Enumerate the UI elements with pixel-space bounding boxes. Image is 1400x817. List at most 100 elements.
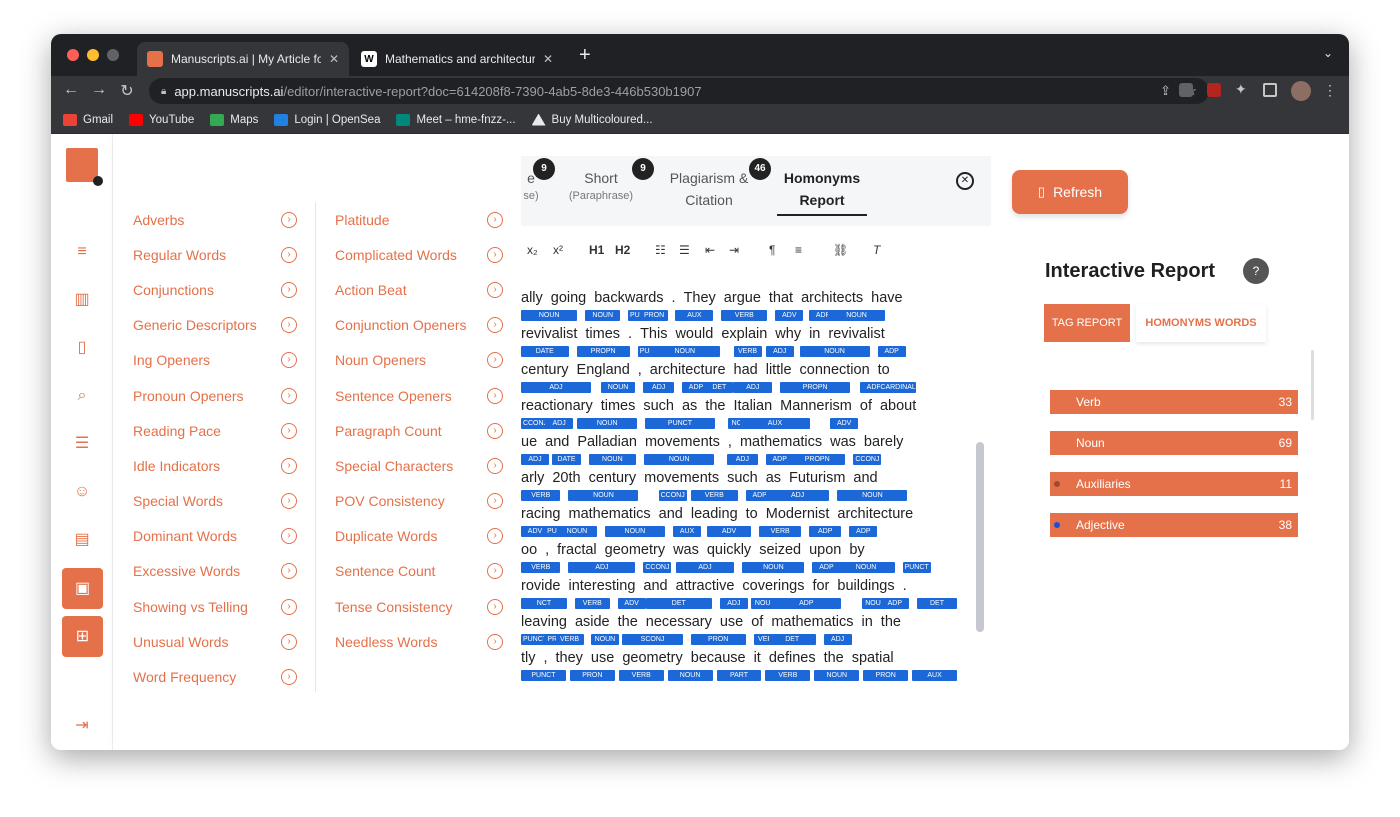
pos-tag[interactable]: NCT: [521, 598, 567, 609]
word[interactable]: times: [601, 398, 636, 414]
word[interactable]: ,: [545, 542, 549, 558]
pos-tag[interactable]: ADV: [706, 526, 752, 537]
pos-tag[interactable]: PUNCT: [644, 418, 715, 429]
tab-search-icon[interactable]: ⌄: [1323, 46, 1333, 60]
word[interactable]: the: [881, 614, 901, 630]
pos-tag[interactable]: ADP: [849, 526, 878, 537]
tab-tag-report[interactable]: TAG REPORT: [1044, 304, 1130, 342]
pos-tag[interactable]: DATE: [521, 346, 569, 357]
word[interactable]: in: [809, 326, 820, 342]
pos-tag[interactable]: ADJ: [733, 382, 773, 393]
sidebar-icon[interactable]: [1263, 83, 1277, 97]
pos-tag[interactable]: NOUN: [590, 634, 619, 645]
bookmark-gmail[interactable]: Gmail: [63, 113, 113, 126]
word[interactable]: of: [860, 398, 872, 414]
word[interactable]: geometry: [622, 650, 682, 666]
outdent-icon[interactable]: ⇤: [705, 243, 715, 257]
pos-tag[interactable]: NOUN: [649, 346, 720, 357]
close-tab-icon[interactable]: ✕: [329, 52, 339, 66]
word[interactable]: fractal: [557, 542, 597, 558]
pos-tag[interactable]: ADJ: [568, 562, 636, 573]
pos-tag[interactable]: PART: [716, 670, 762, 681]
pos-tag[interactable]: ADP: [809, 526, 842, 537]
close-tab-icon[interactable]: ✕: [543, 52, 553, 66]
word[interactable]: was: [830, 434, 856, 450]
word[interactable]: attractive: [676, 578, 735, 594]
word[interactable]: have: [871, 290, 902, 306]
word[interactable]: mathematics: [740, 434, 822, 450]
word[interactable]: spatial: [852, 650, 894, 666]
tag-bar[interactable]: Adjective 38: [1050, 513, 1298, 537]
word[interactable]: and: [643, 578, 667, 594]
logout-icon[interactable]: ⇥: [72, 716, 92, 736]
tag-bar[interactable]: Auxiliaries 11: [1050, 472, 1298, 496]
menu-item[interactable]: Reading Pace ›: [133, 413, 297, 448]
pos-tag[interactable]: VERB: [555, 634, 584, 645]
pos-tag[interactable]: VERB: [765, 670, 811, 681]
word[interactable]: the: [618, 614, 638, 630]
pos-tag[interactable]: PRON: [569, 670, 615, 681]
pos-tag[interactable]: VERB: [618, 670, 664, 681]
word[interactable]: upon: [809, 542, 841, 558]
pos-tag[interactable]: AUX: [673, 526, 702, 537]
word[interactable]: because: [691, 650, 746, 666]
browser-tab-manuscripts[interactable]: Manuscripts.ai | My Article for ✕: [137, 42, 349, 76]
heading1-button[interactable]: H1: [589, 243, 604, 257]
pos-tag[interactable]: ADV: [775, 310, 804, 321]
menu-item[interactable]: Pronoun Openers ›: [133, 378, 297, 413]
pos-tag[interactable]: VERB: [733, 346, 762, 357]
word[interactable]: buildings: [837, 578, 894, 594]
pos-tag[interactable]: PUNCT: [902, 562, 931, 573]
word[interactable]: would: [675, 326, 713, 342]
menu-item[interactable]: Idle Indicators ›: [133, 448, 297, 483]
menu-item[interactable]: Unusual Words ›: [133, 624, 297, 659]
word[interactable]: geometry: [605, 542, 665, 558]
word[interactable]: and: [853, 470, 877, 486]
word[interactable]: explain: [721, 326, 767, 342]
menu-item[interactable]: Adverbs ›: [133, 202, 297, 237]
pos-tag[interactable]: PRON: [640, 310, 669, 321]
word[interactable]: use: [591, 650, 614, 666]
tab-homonyms-report[interactable]: Homonyms Report: [777, 170, 867, 216]
tagged-text-area[interactable]: ally going backwards. They argue that architec…: [521, 286, 976, 746]
menu-item[interactable]: Platitude ›: [335, 202, 503, 237]
pos-tag[interactable]: ADP: [877, 346, 906, 357]
zoom-window-button[interactable]: [107, 49, 119, 61]
pos-tag[interactable]: PUNCT: [521, 670, 566, 681]
menu-item[interactable]: Sentence Count ›: [335, 554, 503, 589]
menu-item[interactable]: Ing Openers ›: [133, 343, 297, 378]
word[interactable]: England: [577, 362, 630, 378]
clear-format-icon[interactable]: T: [873, 243, 880, 257]
pos-tag[interactable]: NOUN: [837, 562, 895, 573]
bullet-list-icon[interactable]: ☰: [679, 243, 690, 257]
document-compare-icon[interactable]: ▯: [72, 338, 92, 358]
menu-item[interactable]: Action Beat ›: [335, 272, 503, 307]
word[interactable]: 20th: [552, 470, 580, 486]
word[interactable]: it: [754, 650, 761, 666]
new-tab-button[interactable]: +: [579, 44, 591, 67]
word[interactable]: Modernist: [766, 506, 830, 522]
word[interactable]: century: [521, 362, 569, 378]
pos-tag[interactable]: NOUN: [667, 670, 713, 681]
pos-tag[interactable]: CCONJ: [643, 562, 672, 573]
share-icon[interactable]: ⇪: [1160, 83, 1171, 99]
word[interactable]: revivalist: [521, 326, 577, 342]
puzzle-icon[interactable]: ✦: [1235, 81, 1247, 98]
menu-item[interactable]: Excessive Words ›: [133, 554, 297, 589]
word[interactable]: going: [551, 290, 586, 306]
word[interactable]: Futurism: [789, 470, 845, 486]
pos-tag[interactable]: DET: [768, 634, 816, 645]
word[interactable]: as: [682, 398, 697, 414]
profile-avatar[interactable]: [1291, 81, 1311, 101]
menu-item[interactable]: Generic Descriptors ›: [133, 308, 297, 343]
pos-tag[interactable]: VERB: [521, 562, 561, 573]
pos-tag[interactable]: VERB: [759, 526, 802, 537]
word[interactable]: the: [705, 398, 725, 414]
word[interactable]: Mannerism: [780, 398, 852, 414]
pos-tag[interactable]: NOUN: [604, 526, 666, 537]
smiley-icon[interactable]: ☺: [72, 482, 92, 502]
pos-tag[interactable]: CCONJ: [658, 490, 687, 501]
pos-tag[interactable]: NOUN: [799, 346, 870, 357]
word[interactable]: century: [589, 470, 637, 486]
word[interactable]: why: [775, 326, 801, 342]
